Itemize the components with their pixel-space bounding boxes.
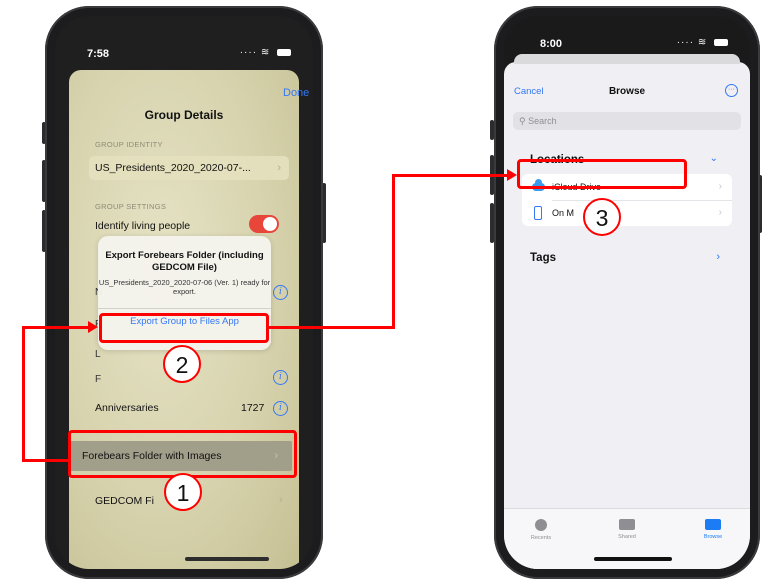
arrow-head xyxy=(88,321,98,333)
section-header-settings: GROUP SETTINGS xyxy=(95,202,167,211)
group-name-value: US_Presidents_2020_2020-07-... xyxy=(95,162,251,174)
browse-sheet: Cancel Browse ··· ⚲ Search Locations ⌄ i… xyxy=(504,54,750,569)
connector-line xyxy=(392,174,507,177)
tab-browse[interactable]: Browse xyxy=(688,519,738,540)
tab-shared[interactable]: Shared xyxy=(602,519,652,540)
search-input[interactable]: ⚲ Search xyxy=(513,112,741,130)
tags-heading: Tags xyxy=(530,252,556,264)
step-1-badge: 1 xyxy=(164,473,202,511)
status-time: 8:00 xyxy=(540,38,563,50)
right-phone-screen: 8:00 ···· ≋ Cancel Browse ··· ⚲ Search L… xyxy=(504,16,750,569)
shared-folder-icon xyxy=(619,519,635,530)
highlight-box-step1 xyxy=(68,430,297,478)
home-indicator xyxy=(185,557,269,561)
highlight-box-step3 xyxy=(517,159,687,189)
home-indicator xyxy=(594,557,672,561)
connector-line xyxy=(22,326,88,329)
step-2-badge: 2 xyxy=(163,345,201,383)
chevron-down-icon[interactable]: ⌄ xyxy=(710,153,718,164)
connector-line xyxy=(22,326,25,462)
battery-icon xyxy=(714,38,728,46)
iphone-icon xyxy=(534,206,542,220)
connector-line xyxy=(392,174,395,329)
alert-message: US_Presidents_2020_2020-07-06 (Ver. 1) r… xyxy=(98,278,271,296)
tab-label: Shared xyxy=(618,534,636,540)
hidden-row-3: L xyxy=(95,349,101,360)
right-phone-frame: 8:00 ···· ≋ Cancel Browse ··· ⚲ Search L… xyxy=(494,6,760,579)
status-bar: 7:58 ···· ≋ xyxy=(55,16,313,62)
status-icons: ···· ≋ xyxy=(677,37,728,48)
section-header-identity: GROUP IDENTITY xyxy=(95,140,163,149)
alert-title: Export Forebears Folder (including GEDCO… xyxy=(105,250,264,273)
chevron-right-icon: › xyxy=(718,207,722,218)
search-placeholder: Search xyxy=(528,116,557,126)
chevron-right-icon: › xyxy=(279,494,283,506)
alert-divider xyxy=(98,308,271,309)
gedcom-row-label[interactable]: GEDCOM Fi xyxy=(95,495,154,507)
tab-recents[interactable]: Recents xyxy=(516,519,566,541)
tab-label: Browse xyxy=(703,534,723,540)
info-icon[interactable]: i xyxy=(273,285,288,300)
identify-living-toggle[interactable] xyxy=(249,215,279,233)
status-icons: ···· ≋ xyxy=(240,47,291,58)
battery-icon xyxy=(277,48,291,56)
hidden-row-4: F xyxy=(95,374,102,385)
connector-line xyxy=(22,459,70,462)
wifi-icon: ≋ xyxy=(260,47,271,58)
anniversaries-count: 1727 xyxy=(241,402,265,414)
signal-icon: ···· xyxy=(676,37,695,48)
chevron-right-icon: › xyxy=(277,162,281,174)
location-label: On M xyxy=(552,208,575,218)
clock-icon xyxy=(535,519,547,531)
arrow-head xyxy=(507,169,517,181)
info-icon[interactable]: i xyxy=(273,370,288,385)
chevron-right-icon: › xyxy=(718,181,722,192)
step-3-badge: 3 xyxy=(583,198,621,236)
anniversaries-label: Anniversaries xyxy=(95,402,159,414)
signal-icon: ···· xyxy=(239,47,258,58)
location-on-my-iphone[interactable]: On M › xyxy=(522,200,732,226)
search-icon: ⚲ xyxy=(519,116,526,126)
info-icon[interactable]: i xyxy=(273,401,288,416)
highlight-box-step2 xyxy=(99,313,269,343)
identify-living-label: Identify living people xyxy=(95,220,191,232)
page-title: Browse xyxy=(608,86,646,97)
page-title: Group Details xyxy=(144,108,224,122)
status-time: 7:58 xyxy=(87,48,110,60)
tab-label: Recents xyxy=(530,535,552,541)
wifi-icon: ≋ xyxy=(697,37,708,48)
background-card xyxy=(514,54,740,64)
connector-line xyxy=(268,326,394,329)
group-name-row[interactable]: US_Presidents_2020_2020-07-... › xyxy=(89,156,289,180)
more-icon[interactable]: ··· xyxy=(725,84,738,97)
chevron-right-icon[interactable]: › xyxy=(716,251,720,263)
done-button[interactable]: Done xyxy=(283,87,309,99)
folder-icon xyxy=(705,519,721,530)
